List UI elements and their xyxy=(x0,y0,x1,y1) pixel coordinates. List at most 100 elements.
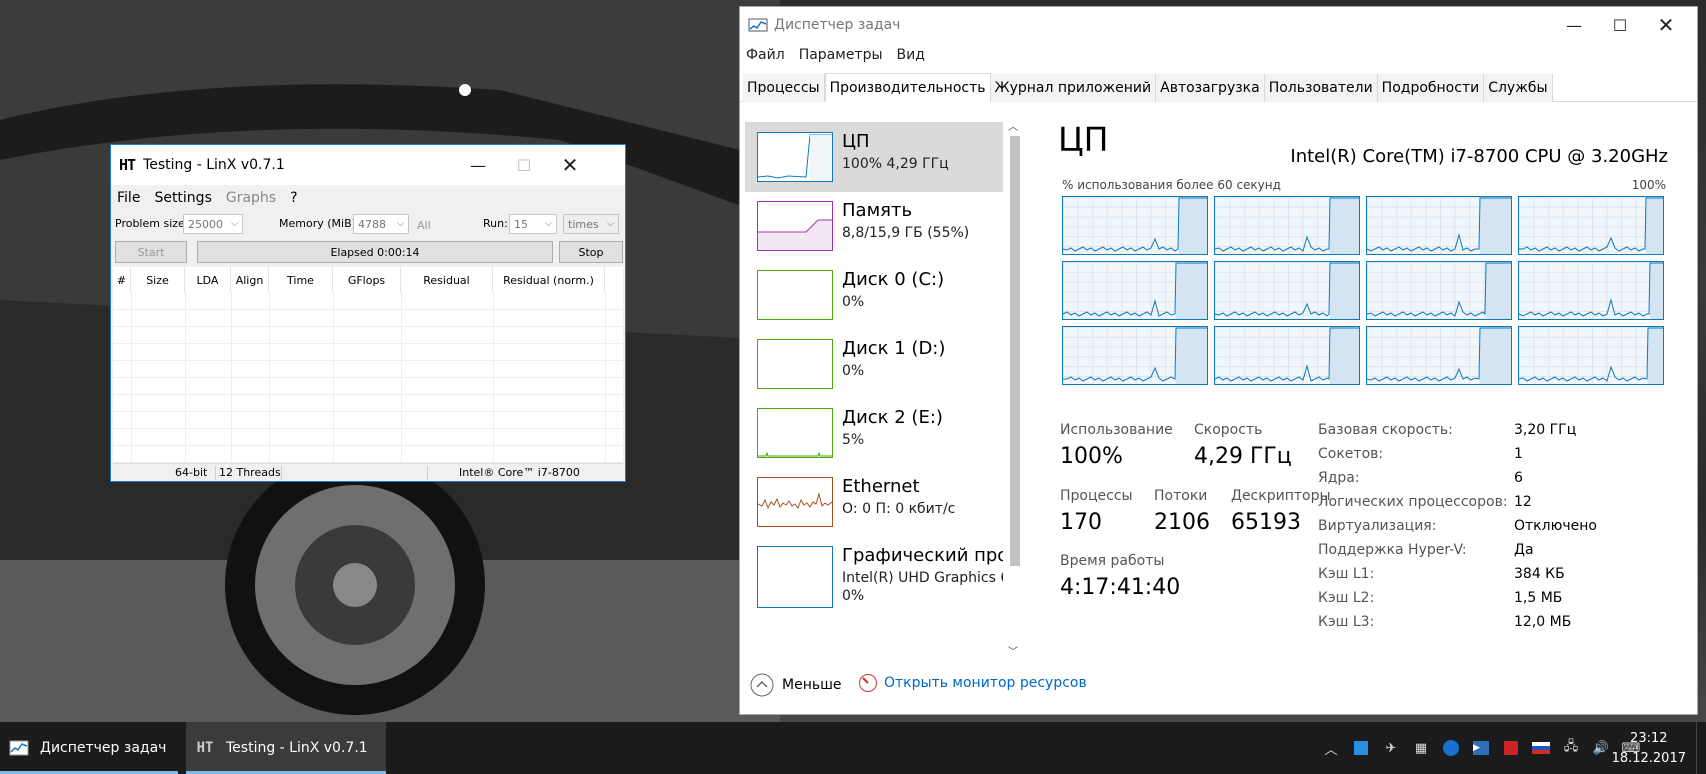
resource-gpu[interactable]: Графический процессор Intel(R) UHD Graph… xyxy=(745,536,1003,616)
scroll-thumb[interactable] xyxy=(1010,136,1020,566)
resource-disk0[interactable]: Диск 0 (C:) 0% xyxy=(745,260,1003,330)
resource-cpu[interactable]: ЦП 100% 4,29 ГГц xyxy=(745,122,1003,192)
menu-file[interactable]: Файл xyxy=(746,47,785,63)
linx-window: HT Testing - LinX v0.7.1 — ☐ ✕ File Sett… xyxy=(110,144,626,482)
resource-name: Диск 0 (C:) xyxy=(842,269,945,290)
grid-app-icon[interactable]: ▦ xyxy=(1410,739,1432,757)
scroll-up-icon[interactable]: ︿ xyxy=(1008,118,1018,133)
cpu-core-graph xyxy=(1062,196,1208,255)
tab-services[interactable]: Службы xyxy=(1484,74,1553,102)
resource-ethernet[interactable]: Ethernet О: 0 П: 0 кбит/с xyxy=(745,467,1003,537)
col-residual[interactable]: Residual xyxy=(401,267,493,293)
col-align[interactable]: Align xyxy=(231,267,269,293)
memory-select[interactable]: 4788 ⌵ xyxy=(353,214,409,234)
resource-name: Графический процессор xyxy=(842,545,1003,566)
disk1-thumbnail xyxy=(757,339,833,389)
menu-view[interactable]: Вид xyxy=(897,47,925,63)
tab-users[interactable]: Пользователи xyxy=(1264,74,1378,102)
task-manager-window: Диспетчер задач — ☐ ✕ Файл Параметры Вид… xyxy=(739,6,1698,715)
chevron-up-icon[interactable]: ︿ xyxy=(1320,739,1342,758)
cpu-details: ЦП Intel(R) Core(TM) i7-8700 CPU @ 3.20G… xyxy=(1058,116,1678,656)
resource-sub: 100% 4,29 ГГц xyxy=(842,156,949,172)
clock[interactable]: 23:12 18.12.2017 xyxy=(1612,729,1686,769)
col-time[interactable]: Time xyxy=(269,267,333,293)
chevron-down-icon: ⌵ xyxy=(231,219,238,229)
network-icon[interactable]: 🖧 xyxy=(1560,739,1582,757)
chevron-down-icon: ⌵ xyxy=(397,219,404,229)
tm-close-button[interactable]: ✕ xyxy=(1643,7,1689,43)
airplane-icon[interactable]: ✈ xyxy=(1380,739,1402,757)
menu-file[interactable]: File xyxy=(117,190,140,206)
chevron-up-circle-icon xyxy=(750,673,774,697)
close-button[interactable]: ✕ xyxy=(547,145,593,185)
teamviewer-icon[interactable] xyxy=(1440,739,1462,757)
resource-scrollbar[interactable]: ︿ ﹀ xyxy=(1006,116,1023,660)
tm-minimize-button[interactable]: — xyxy=(1551,7,1597,43)
cpu-core-graph xyxy=(1366,196,1512,255)
volume-icon[interactable]: 🔊 xyxy=(1590,739,1612,757)
cpu-core-graph xyxy=(1062,261,1208,320)
col-index[interactable]: # xyxy=(113,267,131,293)
tm-maximize-button[interactable]: ☐ xyxy=(1597,7,1643,43)
taskbar-label: Testing - LinX v0.7.1 xyxy=(226,740,368,756)
maximize-button[interactable]: ☐ xyxy=(501,145,547,185)
menu-settings[interactable]: Settings xyxy=(154,190,211,206)
resource-disk1[interactable]: Диск 1 (D:) 0% xyxy=(745,329,1003,399)
fewer-details-label: Меньше xyxy=(782,677,842,693)
minimize-button[interactable]: — xyxy=(455,145,501,185)
resource-sub: Intel(R) UHD Graphics 6 xyxy=(842,570,1003,586)
minimize-icon: — xyxy=(1566,15,1582,35)
tm-menubar: Файл Параметры Вид xyxy=(746,47,925,63)
spec-value: 12,0 МБ xyxy=(1514,614,1572,630)
col-residual-norm[interactable]: Residual (norm.) xyxy=(493,267,605,293)
col-lda[interactable]: LDA xyxy=(185,267,231,293)
cpu-model: Intel(R) Core(TM) i7-8700 CPU @ 3.20GHz xyxy=(1290,146,1668,167)
stop-button[interactable]: Stop xyxy=(559,241,623,263)
cpu-core-graph xyxy=(1214,261,1360,320)
cpu-core-graph xyxy=(1214,196,1360,255)
start-button[interactable]: Start xyxy=(115,241,187,263)
resource-name: Диск 1 (D:) xyxy=(842,338,946,359)
spec-label: Кэш L2: xyxy=(1318,590,1375,606)
ethernet-thumbnail xyxy=(757,477,833,527)
taskbar-item-linx[interactable]: HT Testing - LinX v0.7.1 xyxy=(186,722,386,774)
tm-tabs: Процессы Производительность Журнал прило… xyxy=(740,73,1697,102)
problem-size-select[interactable]: 25000 ⌵ xyxy=(183,214,243,234)
antivirus-icon[interactable] xyxy=(1500,739,1522,757)
speed-value: 4,29 ГГц xyxy=(1194,444,1292,469)
run-value: 15 xyxy=(514,217,528,231)
taskbar-item-task-manager[interactable]: Диспетчер задач xyxy=(0,722,178,774)
fewer-details-button[interactable]: Меньше xyxy=(750,673,842,697)
menu-options[interactable]: Параметры xyxy=(799,47,883,63)
resource-disk2[interactable]: Диск 2 (E:) 5% xyxy=(745,398,1003,468)
run-unit-value: times xyxy=(568,217,599,231)
memory-all-checkbox[interactable]: All xyxy=(417,219,431,232)
spec-label: Поддержка Hyper-V: xyxy=(1318,542,1467,558)
col-size[interactable]: Size xyxy=(131,267,185,293)
menu-help[interactable]: ? xyxy=(290,190,297,206)
tab-app-history[interactable]: Журнал приложений xyxy=(990,74,1157,102)
scroll-down-icon[interactable]: ﹀ xyxy=(1008,643,1018,658)
resource-name: Память xyxy=(842,200,913,221)
tab-performance[interactable]: Производительность xyxy=(824,73,991,102)
tab-details[interactable]: Подробности xyxy=(1377,74,1485,102)
show-desktop-button[interactable] xyxy=(1696,722,1706,774)
media-icon[interactable]: ▶ xyxy=(1470,739,1492,757)
tab-startup[interactable]: Автозагрузка xyxy=(1156,74,1265,102)
col-gflops[interactable]: GFlops xyxy=(333,267,401,293)
spec-value: 1,5 МБ xyxy=(1514,590,1563,606)
cpu-core-graphs xyxy=(1062,196,1668,385)
results-table: # Size LDA Align Time GFlops Residual Re… xyxy=(113,267,623,463)
language-flag-icon[interactable] xyxy=(1530,739,1552,757)
run-label: Run: xyxy=(483,217,508,230)
resource-monitor-link[interactable]: Открыть монитор ресурсов xyxy=(858,673,1087,693)
menu-graphs[interactable]: Graphs xyxy=(226,190,276,206)
resource-name: Ethernet xyxy=(842,476,920,497)
resource-memory[interactable]: Память 8,8/15,9 ГБ (55%) xyxy=(745,191,1003,261)
spec-label: Логических процессоров: xyxy=(1318,494,1508,510)
app-tray-icon[interactable] xyxy=(1350,739,1372,757)
run-unit-select[interactable]: times ⌵ xyxy=(563,214,619,234)
run-select[interactable]: 15 ⌵ xyxy=(509,214,557,234)
tm-title: Диспетчер задач xyxy=(774,17,901,33)
tab-processes[interactable]: Процессы xyxy=(743,74,825,102)
